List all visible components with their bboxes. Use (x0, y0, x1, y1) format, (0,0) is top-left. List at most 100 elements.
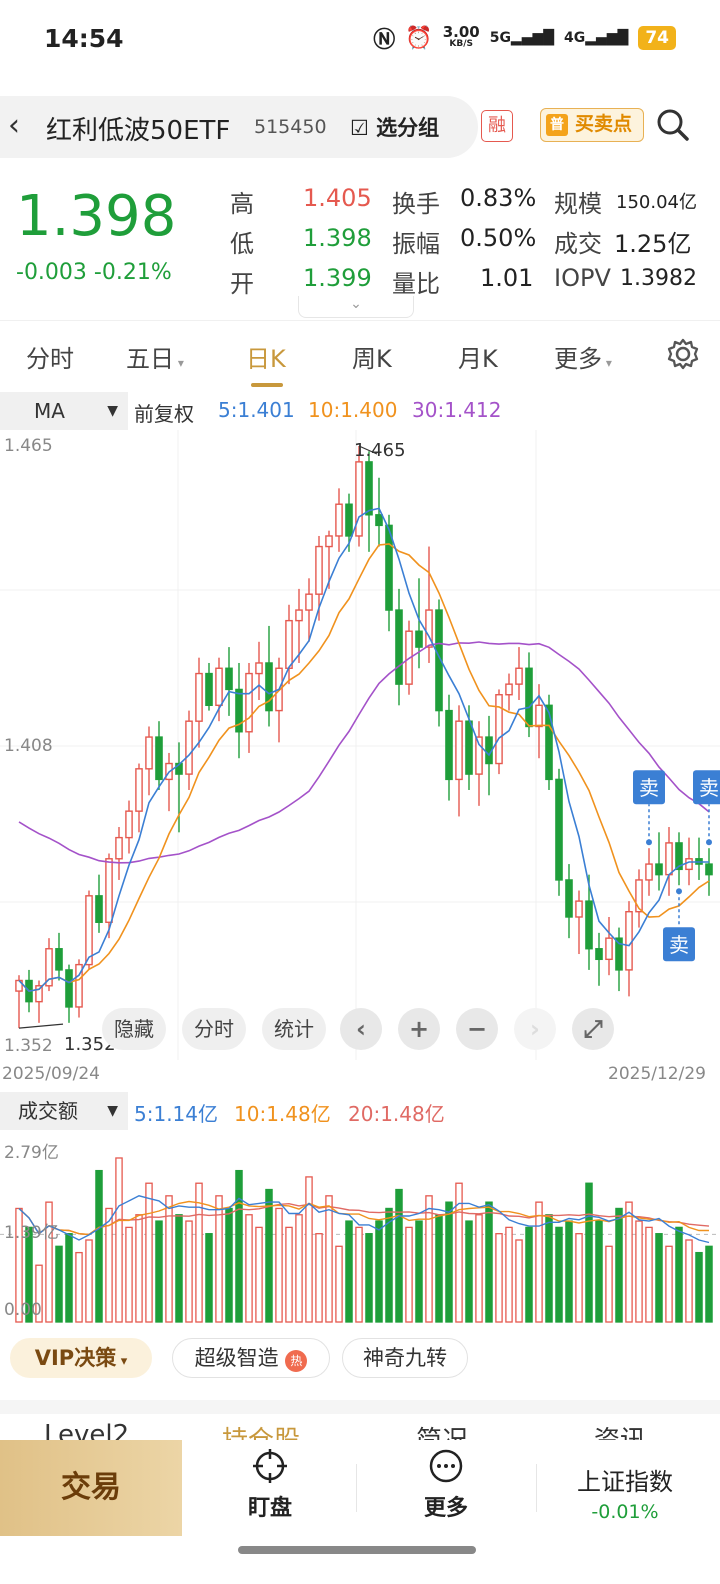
checkbox-icon: ☑ (350, 116, 377, 140)
more-dots-icon (429, 1449, 463, 1483)
index-name: 上证指数 (577, 1468, 673, 1496)
select-group-button[interactable]: ☑ 选分组 (350, 112, 439, 142)
vol-ma10-value: 10:1.48亿 (234, 1102, 331, 1126)
volume-selector[interactable]: 成交额 ▼ (0, 1092, 128, 1130)
volume-bar (325, 1195, 333, 1323)
volume-bar (75, 1251, 83, 1323)
volume-bar (475, 1214, 483, 1323)
volume-bar (635, 1220, 643, 1323)
zoom-out-icon[interactable]: − (456, 1008, 498, 1050)
nav-divider (356, 1464, 357, 1512)
index-ticker[interactable]: 上证指数 -0.01% (560, 1462, 690, 1523)
net-speed-value: 3.00 (442, 23, 480, 41)
volume-bar (465, 1220, 473, 1323)
candle-body (375, 514, 383, 527)
high-label: 高 (230, 190, 254, 218)
hide-button[interactable]: 隐藏 (102, 1008, 166, 1050)
volume-bar (445, 1201, 453, 1323)
candle-body (495, 694, 503, 765)
caret-down-icon: ▾ (602, 356, 612, 370)
stock-title-pill[interactable]: ‹ 红利低波50ETF 515450 ☑ 选分组 (0, 96, 478, 158)
volume-bar (495, 1233, 503, 1323)
candle-body (255, 662, 263, 675)
volume-bar (345, 1220, 353, 1323)
candle-body (205, 672, 213, 707)
watch-button[interactable]: 盯盘 (210, 1448, 330, 1522)
zoom-in-icon[interactable]: + (398, 1008, 440, 1050)
adjust-label: 前复权 (134, 402, 194, 426)
buy-sell-points-button[interactable]: 普 买卖点 (540, 108, 644, 142)
expand-quote-button[interactable]: ⌄ (298, 296, 414, 318)
tab-daily-k[interactable]: 日K (246, 339, 286, 374)
kline-chart[interactable]: 卖卖卖 1.465 1.408 1.352 1.465 1.352 (0, 430, 720, 1060)
candle-body (185, 720, 193, 775)
vol-y-top-label: 2.79亿 (4, 1143, 59, 1163)
prev-icon[interactable]: ‹ (340, 1008, 382, 1050)
candle-body (565, 879, 573, 918)
candle-body (685, 858, 693, 871)
candle-body (345, 503, 353, 537)
candle-body (455, 720, 463, 781)
y-axis-mid-label: 1.408 (4, 736, 53, 756)
volume-bar (605, 1245, 613, 1323)
candle-body (125, 810, 133, 839)
tab-more[interactable]: 更多 ▾ (554, 339, 612, 374)
volume-bar (245, 1214, 253, 1323)
tab-monthly-k[interactable]: 月K (458, 339, 498, 374)
candle-body (505, 683, 513, 696)
volume-bar (235, 1169, 243, 1323)
magic-nine-button[interactable]: 神奇九转 (342, 1338, 468, 1378)
next-icon[interactable]: › (514, 1008, 556, 1050)
amplitude-value: 0.50% (460, 224, 537, 252)
candle-body (705, 863, 713, 876)
intraday-button[interactable]: 分时 (182, 1008, 246, 1050)
candle-body (535, 704, 543, 728)
volume-bar (575, 1233, 583, 1323)
volume-bar (645, 1226, 653, 1323)
sell-signal-label: 卖 (669, 933, 689, 957)
index-change: -0.01% (591, 1501, 659, 1523)
tab-five-day[interactable]: 五日 ▾ (126, 339, 184, 374)
ma-indicator-bar: MA ▼ 前复权 5:1.401 10:1.400 30:1.412 (0, 392, 720, 430)
bottom-nav: 交易 盯盘 更多 上证指数 -0.01% (0, 1440, 720, 1584)
ma-selector[interactable]: MA ▼ (0, 392, 128, 430)
volume-bar (485, 1201, 493, 1323)
stock-code: 515450 (254, 116, 327, 138)
candle-body (595, 948, 603, 961)
super-smart-button[interactable]: 超级智造 热 (172, 1338, 330, 1378)
candle-body (655, 863, 663, 876)
volume-bar (205, 1233, 213, 1323)
candle-body (525, 667, 533, 728)
scale-label: 规模 (554, 190, 602, 218)
volume-bar (655, 1233, 663, 1323)
volume-bar (135, 1214, 143, 1323)
tab-intraday[interactable]: 分时 (26, 339, 74, 374)
volume-chart[interactable]: 2.79亿 1.39亿 0.00 (0, 1130, 720, 1330)
vip-decision-button[interactable]: VIP决策 ▾ (10, 1338, 152, 1378)
ma5-value: 5:1.401 (218, 398, 295, 422)
search-icon[interactable] (656, 108, 690, 142)
vol-y-bottom-label: 0.00 (4, 1300, 42, 1320)
candle-body (515, 667, 523, 685)
caret-down-icon: ▾ (116, 1354, 128, 1369)
tab-weekly-k[interactable]: 周K (352, 339, 392, 374)
stats-button[interactable]: 统计 (262, 1008, 326, 1050)
back-icon[interactable]: ‹ (8, 108, 20, 143)
more-button[interactable]: 更多 (386, 1448, 506, 1522)
volume-bar (335, 1245, 343, 1323)
margin-badge[interactable]: 融 (481, 110, 513, 142)
volume-ratio-value: 1.01 (480, 264, 534, 292)
fullscreen-icon[interactable]: ⤢ (572, 1008, 614, 1050)
volume-bar (675, 1226, 683, 1323)
caret-down-icon: ▼ (107, 403, 118, 419)
volume-indicator-bar: 成交额 ▼ 5:1.14亿 10:1.48亿 20:1.48亿 (0, 1092, 720, 1130)
volume-bar (595, 1220, 603, 1323)
hot-badge: 热 (285, 1350, 308, 1372)
vip-label: VIP决策 (34, 1346, 117, 1370)
trade-button[interactable]: 交易 (0, 1440, 182, 1536)
ma10-value: 10:1.400 (308, 398, 398, 422)
volume-bar (275, 1207, 283, 1323)
volume-bar (155, 1220, 163, 1323)
candle-body (575, 900, 583, 918)
gear-icon[interactable] (666, 337, 700, 371)
